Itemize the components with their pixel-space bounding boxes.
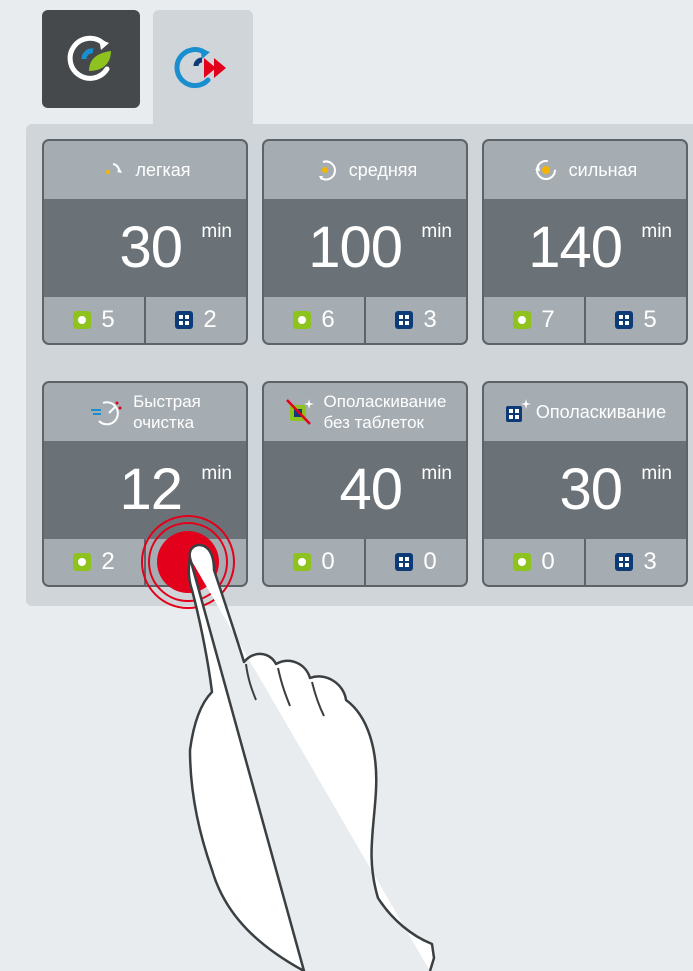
rinse-no-tablets-icon (285, 399, 314, 425)
duration-unit: min (201, 463, 232, 484)
program-card-rinse-no-tablets[interactable]: Ополаскивание без таблеток 40 min 0 0 (262, 381, 468, 587)
program-label: легкая (135, 160, 191, 180)
green-dot-icon (73, 553, 92, 571)
duration-value: 40 (339, 457, 403, 522)
program-counters: 2 (44, 539, 246, 585)
green-dot-icon (513, 553, 532, 571)
tablet-icon (175, 311, 194, 329)
program-label: Ополаскивание без таблеток (324, 391, 447, 433)
tab-eco[interactable] (42, 10, 140, 108)
green-count: 2 (101, 548, 115, 575)
program-label: средняя (348, 160, 418, 180)
program-duration: 100 min (264, 199, 466, 297)
label-line-2: очистка (133, 413, 195, 432)
duration-unit: min (641, 463, 672, 484)
program-counters: 0 0 (264, 539, 466, 585)
program-header: легкая (44, 141, 246, 199)
program-label: Быстрая очистка (133, 391, 201, 433)
green-count: 5 (101, 306, 115, 333)
label-line-2: без таблеток (323, 413, 424, 432)
hand-pointer-icon (187, 543, 436, 971)
green-count: 7 (541, 306, 555, 333)
duration-value: 140 (528, 215, 623, 280)
green-dot-icon (293, 311, 312, 329)
quick-clean-icon (91, 401, 122, 426)
green-counter: 0 (484, 539, 584, 585)
program-label: Ополаскивание (535, 402, 667, 422)
blue-counter: 3 (584, 539, 686, 585)
program-card-rinse[interactable]: Ополаскивание 30 min 0 3 (482, 381, 688, 587)
green-count: 6 (321, 306, 335, 333)
duration-unit: min (201, 221, 232, 242)
tab-express[interactable] (153, 10, 253, 125)
label-line-1: Быстрая (133, 392, 201, 411)
fast-forward-icon (174, 46, 226, 88)
program-header: Ополаскивание (484, 383, 686, 441)
eco-leaf-icon (67, 35, 111, 81)
program-duration: 30 min (44, 199, 246, 297)
program-card-quick-clean[interactable]: Быстрая очистка 12 min 2 (42, 381, 248, 587)
program-counters: 0 3 (484, 539, 686, 585)
program-counters: 7 5 (484, 297, 686, 343)
duration-value: 30 (119, 215, 183, 280)
green-dot-icon (293, 553, 312, 571)
blue-counter: 0 (364, 539, 466, 585)
program-label: сильная (568, 160, 638, 180)
blue-count: 2 (203, 306, 217, 333)
green-count: 0 (541, 548, 555, 575)
program-counters: 6 3 (264, 297, 466, 343)
blue-counter: 5 (584, 297, 686, 343)
green-count: 0 (321, 548, 335, 575)
program-duration: 30 min (484, 441, 686, 539)
rinse-icon (505, 399, 531, 422)
green-dot-icon (513, 311, 532, 329)
duration-value: 12 (119, 457, 183, 522)
label-line-1: Ополаскивание (323, 392, 447, 411)
duration-value: 30 (559, 457, 623, 522)
blue-counter (144, 539, 246, 585)
blue-counter: 2 (144, 297, 246, 343)
duration-unit: min (421, 221, 452, 242)
program-header: Быстрая очистка (44, 383, 246, 441)
duration-unit: min (421, 463, 452, 484)
green-counter: 0 (264, 539, 364, 585)
program-duration: 140 min (484, 199, 686, 297)
program-duration: 40 min (264, 441, 466, 539)
program-card-light[interactable]: легкая 30 min 5 2 (42, 139, 248, 345)
tablet-icon (395, 553, 414, 571)
program-card-medium[interactable]: средняя 100 min 6 3 (262, 139, 468, 345)
blue-counter: 3 (364, 297, 466, 343)
light-wash-icon (106, 163, 123, 174)
program-header: средняя (264, 141, 466, 199)
green-counter: 5 (44, 297, 144, 343)
tablet-icon (615, 311, 634, 329)
green-counter: 2 (44, 539, 144, 585)
blue-count: 3 (643, 548, 657, 575)
tablet-icon (395, 311, 414, 329)
strong-wash-icon (534, 160, 556, 180)
blue-count: 3 (423, 306, 437, 333)
duration-unit: min (641, 221, 672, 242)
program-counters: 5 2 (44, 297, 246, 343)
program-header: сильная (484, 141, 686, 199)
blue-count: 5 (643, 306, 657, 333)
duration-value: 100 (308, 215, 403, 280)
medium-wash-icon (318, 160, 336, 181)
green-counter: 7 (484, 297, 584, 343)
green-counter: 6 (264, 297, 364, 343)
blue-count: 0 (423, 548, 437, 575)
program-header: Ополаскивание без таблеток (264, 383, 466, 441)
green-dot-icon (73, 311, 92, 329)
program-duration: 12 min (44, 441, 246, 539)
program-card-strong[interactable]: сильная 140 min 7 5 (482, 139, 688, 345)
tablet-icon (615, 553, 634, 571)
